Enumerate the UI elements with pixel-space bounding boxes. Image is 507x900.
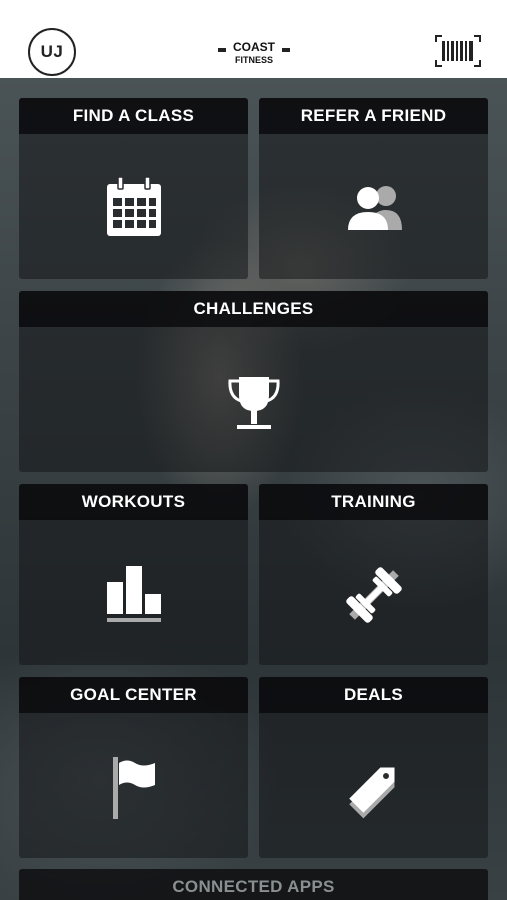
coast-fitness-logo: COAST FITNESS [218, 40, 290, 65]
tile-goal-center[interactable]: GOAL CENTER [19, 677, 248, 858]
profile-avatar[interactable]: UJ [28, 28, 76, 76]
tile-deals[interactable]: DEALS [259, 677, 488, 858]
barcode-icon[interactable] [434, 34, 482, 68]
app-header: UJ COAST FITNESS [0, 0, 507, 78]
logo-line1: COAST [233, 40, 276, 54]
tile-challenges[interactable]: CHALLENGES [19, 291, 488, 472]
bar-chart-icon [106, 566, 161, 622]
tile-workouts[interactable]: WORKOUTS [19, 484, 248, 665]
tile-title: CHALLENGES [19, 291, 488, 327]
people-icon [347, 186, 402, 230]
tile-find-a-class[interactable]: FIND A CLASS [19, 98, 248, 279]
tile-refer-a-friend[interactable]: REFER A FRIEND [259, 98, 488, 279]
tile-title: FIND A CLASS [19, 98, 248, 134]
tile-training[interactable]: TRAINING [259, 484, 488, 665]
tile-title: WORKOUTS [19, 484, 248, 520]
tile-title: REFER A FRIEND [259, 98, 488, 134]
avatar-initials: UJ [40, 42, 64, 61]
tile-title: DEALS [259, 677, 488, 713]
tile-connected-apps[interactable]: CONNECTED APPS [19, 869, 488, 900]
flag-icon [112, 757, 155, 819]
tag-icon [348, 767, 395, 819]
tile-title: CONNECTED APPS [19, 869, 488, 900]
trophy-icon [227, 377, 280, 429]
logo-line2: FITNESS [235, 55, 273, 65]
calendar-icon [106, 176, 161, 236]
tile-title: GOAL CENTER [19, 677, 248, 713]
tile-title: TRAINING [259, 484, 488, 520]
dumbbell-icon [345, 567, 402, 623]
